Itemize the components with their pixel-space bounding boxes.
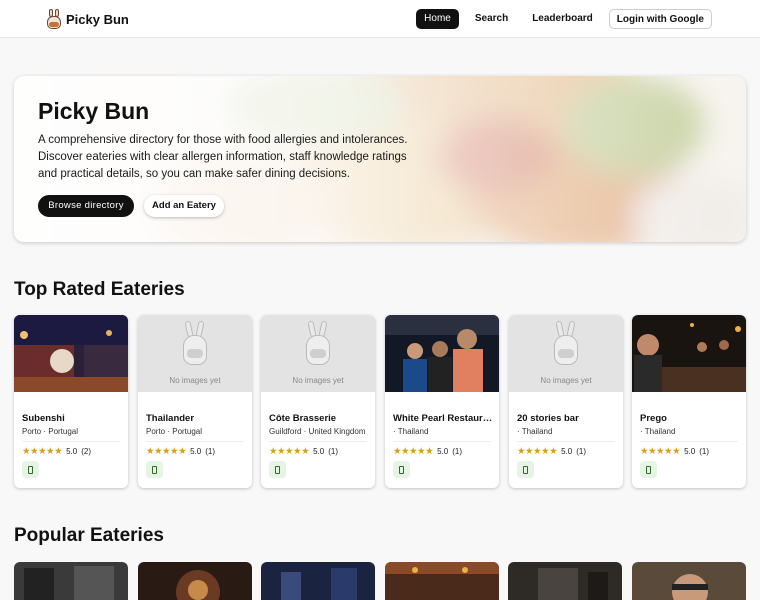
star-icon: ★★★★★ — [517, 446, 558, 457]
phone-icon — [275, 465, 280, 474]
brand-link[interactable]: Picky Bun — [46, 8, 129, 30]
no-images-text: No images yet — [292, 376, 344, 385]
eatery-card[interactable]: Prego · Thailand ★★★★★ 5.0 (1) — [632, 315, 746, 488]
rating-count: (2) — [81, 447, 91, 456]
phone-tag — [269, 461, 286, 478]
rating-value: 5.0 — [561, 447, 573, 456]
nav-home-button[interactable]: Home — [416, 9, 459, 29]
eatery-rating: ★★★★★ 5.0 (1) — [269, 446, 338, 457]
rating-count: (1) — [328, 447, 338, 456]
phone-tag — [22, 461, 39, 478]
rating-value: 5.0 — [313, 447, 325, 456]
nav-leaderboard-button[interactable]: Leaderboard — [524, 9, 601, 29]
eatery-location: · Thailand — [640, 427, 676, 436]
star-icon: ★★★★★ — [146, 446, 187, 457]
phone-icon — [399, 465, 404, 474]
bunny-placeholder-icon — [304, 320, 332, 369]
browse-directory-button[interactable]: Browse directory — [38, 195, 134, 217]
eatery-rating: ★★★★★ 5.0 (1) — [146, 446, 215, 457]
bunny-logo-icon — [46, 9, 62, 29]
popular-eatery-photo[interactable] — [508, 562, 622, 600]
eatery-card[interactable]: No images yet 20 stories bar · Thailand … — [509, 315, 623, 488]
rating-count: (1) — [576, 447, 586, 456]
eatery-photo-placeholder: No images yet — [138, 315, 252, 392]
eatery-name: Subenshi — [22, 413, 65, 424]
eatery-photo — [14, 315, 128, 392]
eatery-location: · Thailand — [517, 427, 553, 436]
popular-heading: Popular Eateries — [14, 525, 164, 546]
phone-tag — [393, 461, 410, 478]
eatery-rating: ★★★★★ 5.0 (1) — [640, 446, 709, 457]
hero-title: Picky Bun — [38, 98, 150, 124]
main-nav: Home Search Leaderboard Login with Googl… — [416, 9, 712, 29]
eatery-name: White Pearl Restauran... — [393, 413, 493, 424]
star-icon: ★★★★★ — [393, 446, 434, 457]
eatery-location: Porto · Portugal — [22, 427, 79, 436]
eatery-photo — [385, 315, 499, 392]
popular-eatery-photo[interactable] — [261, 562, 375, 600]
bunny-placeholder-icon — [552, 320, 580, 369]
rating-count: (1) — [205, 447, 215, 456]
eatery-card[interactable]: No images yet Thailander Porto · Portuga… — [138, 315, 252, 488]
top-rated-heading: Top Rated Eateries — [14, 279, 185, 300]
nav-search-button[interactable]: Search — [467, 9, 516, 29]
rating-count: (1) — [699, 447, 709, 456]
rating-count: (1) — [452, 447, 462, 456]
rating-value: 5.0 — [190, 447, 202, 456]
star-icon: ★★★★★ — [22, 446, 63, 457]
add-eatery-button[interactable]: Add an Eatery — [144, 195, 224, 217]
eatery-card[interactable]: Subenshi Porto · Portugal ★★★★★ 5.0 (2) — [14, 315, 128, 488]
popular-eatery-photo[interactable] — [14, 562, 128, 600]
eatery-photo-placeholder: No images yet — [509, 315, 623, 392]
rating-value: 5.0 — [437, 447, 449, 456]
no-images-text: No images yet — [540, 376, 592, 385]
popular-eatery-photo[interactable] — [632, 562, 746, 600]
login-google-button[interactable]: Login with Google — [608, 9, 712, 29]
rating-value: 5.0 — [66, 447, 78, 456]
eatery-rating: ★★★★★ 5.0 (1) — [393, 446, 462, 457]
eatery-card[interactable]: White Pearl Restauran... · Thailand ★★★★… — [385, 315, 499, 488]
eatery-location: Guildford · United Kingdom — [269, 427, 366, 436]
phone-tag — [640, 461, 657, 478]
no-images-text: No images yet — [169, 376, 221, 385]
popular-eatery-photo[interactable] — [385, 562, 499, 600]
eatery-name: Prego — [640, 413, 667, 424]
star-icon: ★★★★★ — [269, 446, 310, 457]
eatery-name: Thailander — [146, 413, 195, 424]
eatery-card[interactable]: No images yet Côte Brasserie Guildford ·… — [261, 315, 375, 488]
eatery-rating: ★★★★★ 5.0 (2) — [22, 446, 91, 457]
top-navbar: Picky Bun Home Search Leaderboard Login … — [0, 0, 760, 38]
phone-tag — [146, 461, 163, 478]
eatery-name: 20 stories bar — [517, 413, 579, 424]
phone-icon — [523, 465, 528, 474]
top-rated-grid: Subenshi Porto · Portugal ★★★★★ 5.0 (2) … — [14, 315, 746, 488]
hero-description: A comprehensive directory for those with… — [38, 134, 408, 180]
phone-tag — [517, 461, 534, 478]
eatery-rating: ★★★★★ 5.0 (1) — [517, 446, 586, 457]
phone-icon — [152, 465, 157, 474]
hero-banner: Picky Bun A comprehensive directory for … — [14, 76, 746, 242]
eatery-photo — [632, 315, 746, 392]
eatery-name: Côte Brasserie — [269, 413, 337, 424]
rating-value: 5.0 — [684, 447, 696, 456]
phone-icon — [28, 465, 33, 474]
eatery-location: · Thailand — [393, 427, 429, 436]
star-icon: ★★★★★ — [640, 446, 681, 457]
brand-name: Picky Bun — [66, 11, 129, 27]
phone-icon — [646, 465, 651, 474]
bunny-placeholder-icon — [181, 320, 209, 369]
eatery-location: Porto · Portugal — [146, 427, 203, 436]
popular-eatery-photo[interactable] — [138, 562, 252, 600]
eatery-photo-placeholder: No images yet — [261, 315, 375, 392]
